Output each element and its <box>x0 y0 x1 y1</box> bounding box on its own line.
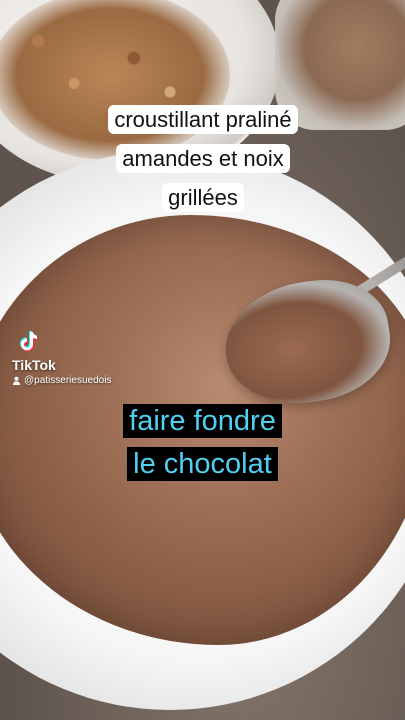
tiktok-logo-icon <box>20 331 38 352</box>
caption-top-line3: grillées <box>162 183 244 212</box>
caption-overlay-line1: faire fondre <box>123 404 282 438</box>
video-frame[interactable]: croustillant praliné amandes et noix gri… <box>0 0 405 720</box>
user-icon <box>12 376 21 385</box>
caption-top-line2: amandes et noix <box>116 144 290 173</box>
tiktok-brand: TikTok <box>12 357 56 373</box>
tiktok-handle-text: @patisseriesuedois <box>24 375 112 386</box>
caption-overlay-line2: le chocolat <box>127 447 278 481</box>
caption-top: croustillant praliné amandes et noix gri… <box>88 102 318 219</box>
tiktok-watermark: TikTok @patisseriesuedois <box>12 330 111 386</box>
caption-overlay: faire fondre le chocolat <box>100 402 305 488</box>
caption-top-line1: croustillant praliné <box>108 105 298 134</box>
tiktok-handle: @patisseriesuedois <box>12 375 111 386</box>
